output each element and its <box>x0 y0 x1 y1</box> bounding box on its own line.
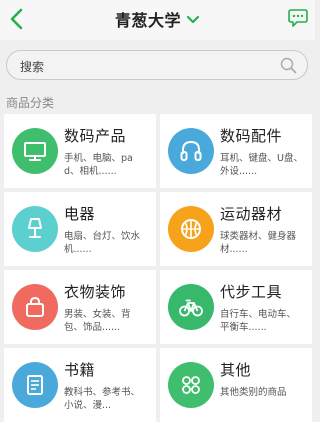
category-card-appliances[interactable]: 电器 电扇、台灯、饮水机...... <box>4 192 156 266</box>
monitor-icon <box>24 142 46 161</box>
grid-icon <box>182 376 200 394</box>
category-card-sports[interactable]: 运动器材 球类器材、健身器材...... <box>160 192 312 266</box>
category-name: 代步工具 <box>220 283 283 301</box>
book-icon <box>27 375 43 395</box>
category-desc: 手机、电脑、pad、相机...... <box>64 153 133 177</box>
category-desc: 自行车、电动车、平衡车...... <box>220 309 297 333</box>
category-desc: 其他类别的商品 <box>220 387 287 398</box>
category-icon-circle <box>168 284 214 330</box>
headphones-icon <box>180 140 202 161</box>
category-icon-circle <box>168 128 214 174</box>
category-name: 衣物装饰 <box>64 283 127 301</box>
search-icon[interactable] <box>280 57 297 74</box>
category-desc: 球类器材、健身器材...... <box>220 231 297 255</box>
category-card-accessories[interactable]: 数码配件 耳机、键盘、U盘、外设...... <box>160 114 312 188</box>
chevron-down-icon <box>186 15 200 24</box>
category-name: 运动器材 <box>220 205 283 223</box>
message-icon[interactable] <box>288 9 308 27</box>
bicycle-icon <box>179 299 203 317</box>
category-desc: 教科书、参考书、小说、漫... <box>64 387 141 411</box>
category-icon-circle <box>12 362 58 408</box>
category-icon-circle <box>12 206 58 252</box>
top-bar: 青葱大学 <box>0 0 315 40</box>
category-card-transport[interactable]: 代步工具 自行车、电动车、平衡车...... <box>160 270 312 344</box>
category-icon-circle <box>12 128 58 174</box>
category-name: 数码产品 <box>64 127 127 145</box>
category-card-other[interactable]: 其他 其他类别的商品 <box>160 348 312 422</box>
category-name: 电器 <box>64 205 96 223</box>
category-card-clothing[interactable]: 衣物装饰 男装、女装、背包、饰品...... <box>4 270 156 344</box>
school-selector[interactable]: 青葱大学 <box>0 6 315 32</box>
section-label: 商品分类 <box>6 96 55 110</box>
category-desc: 男装、女装、背包、饰品...... <box>64 309 131 333</box>
page-title: 青葱大学 <box>114 11 181 30</box>
category-icon-circle <box>168 362 214 408</box>
search-placeholder: 搜索 <box>20 60 45 74</box>
lamp-icon <box>28 218 42 238</box>
category-icon-circle <box>12 284 58 330</box>
category-name: 书籍 <box>64 361 96 379</box>
category-desc: 耳机、键盘、U盘、外设...... <box>220 153 303 177</box>
search-input[interactable]: 搜索 <box>6 50 308 80</box>
bag-icon <box>26 296 44 317</box>
category-icon-circle <box>168 206 214 252</box>
category-name: 其他 <box>220 361 252 379</box>
category-desc: 电扇、台灯、饮水机...... <box>64 231 141 255</box>
category-name: 数码配件 <box>220 127 283 145</box>
category-card-books[interactable]: 书籍 教科书、参考书、小说、漫... <box>4 348 156 422</box>
category-card-digital[interactable]: 数码产品 手机、电脑、pad、相机...... <box>4 114 156 188</box>
basketball-icon <box>181 219 201 239</box>
